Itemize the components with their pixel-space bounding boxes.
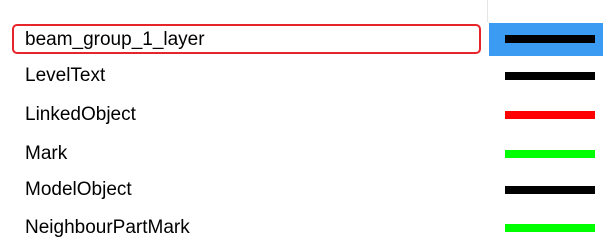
color-swatch xyxy=(505,111,595,119)
column-divider xyxy=(487,0,488,22)
layer-row-linkedobject[interactable]: LinkedObject xyxy=(0,97,603,133)
layer-name: beam_group_1_layer xyxy=(25,29,205,50)
color-swatch xyxy=(505,224,595,232)
color-cell[interactable] xyxy=(489,172,603,208)
layer-name: LinkedObject xyxy=(25,104,136,125)
layer-row-mark[interactable]: Mark xyxy=(0,136,603,172)
layer-name: ModelObject xyxy=(25,179,132,200)
layer-row-neighbourpartmark[interactable]: NeighbourPartMark xyxy=(0,210,603,244)
layer-row-leveltext[interactable]: LevelText xyxy=(0,58,603,94)
color-swatch xyxy=(505,35,595,43)
layer-name: NeighbourPartMark xyxy=(25,217,190,238)
color-cell[interactable] xyxy=(489,23,603,56)
color-swatch xyxy=(505,72,595,80)
layer-row-modelobject[interactable]: ModelObject xyxy=(0,172,603,208)
color-cell[interactable] xyxy=(489,210,603,244)
layer-name: Mark xyxy=(25,143,68,164)
color-swatch xyxy=(505,150,595,158)
list-top-area xyxy=(0,0,603,22)
color-cell[interactable] xyxy=(489,136,603,172)
layer-row-beam-group-1-layer[interactable]: beam_group_1_layer xyxy=(0,22,603,58)
layer-list[interactable]: beam_group_1_layer LevelText LinkedObjec… xyxy=(0,0,603,244)
color-swatch xyxy=(505,186,595,194)
color-cell[interactable] xyxy=(489,97,603,133)
color-cell[interactable] xyxy=(489,58,603,94)
layer-name: LevelText xyxy=(25,65,106,86)
